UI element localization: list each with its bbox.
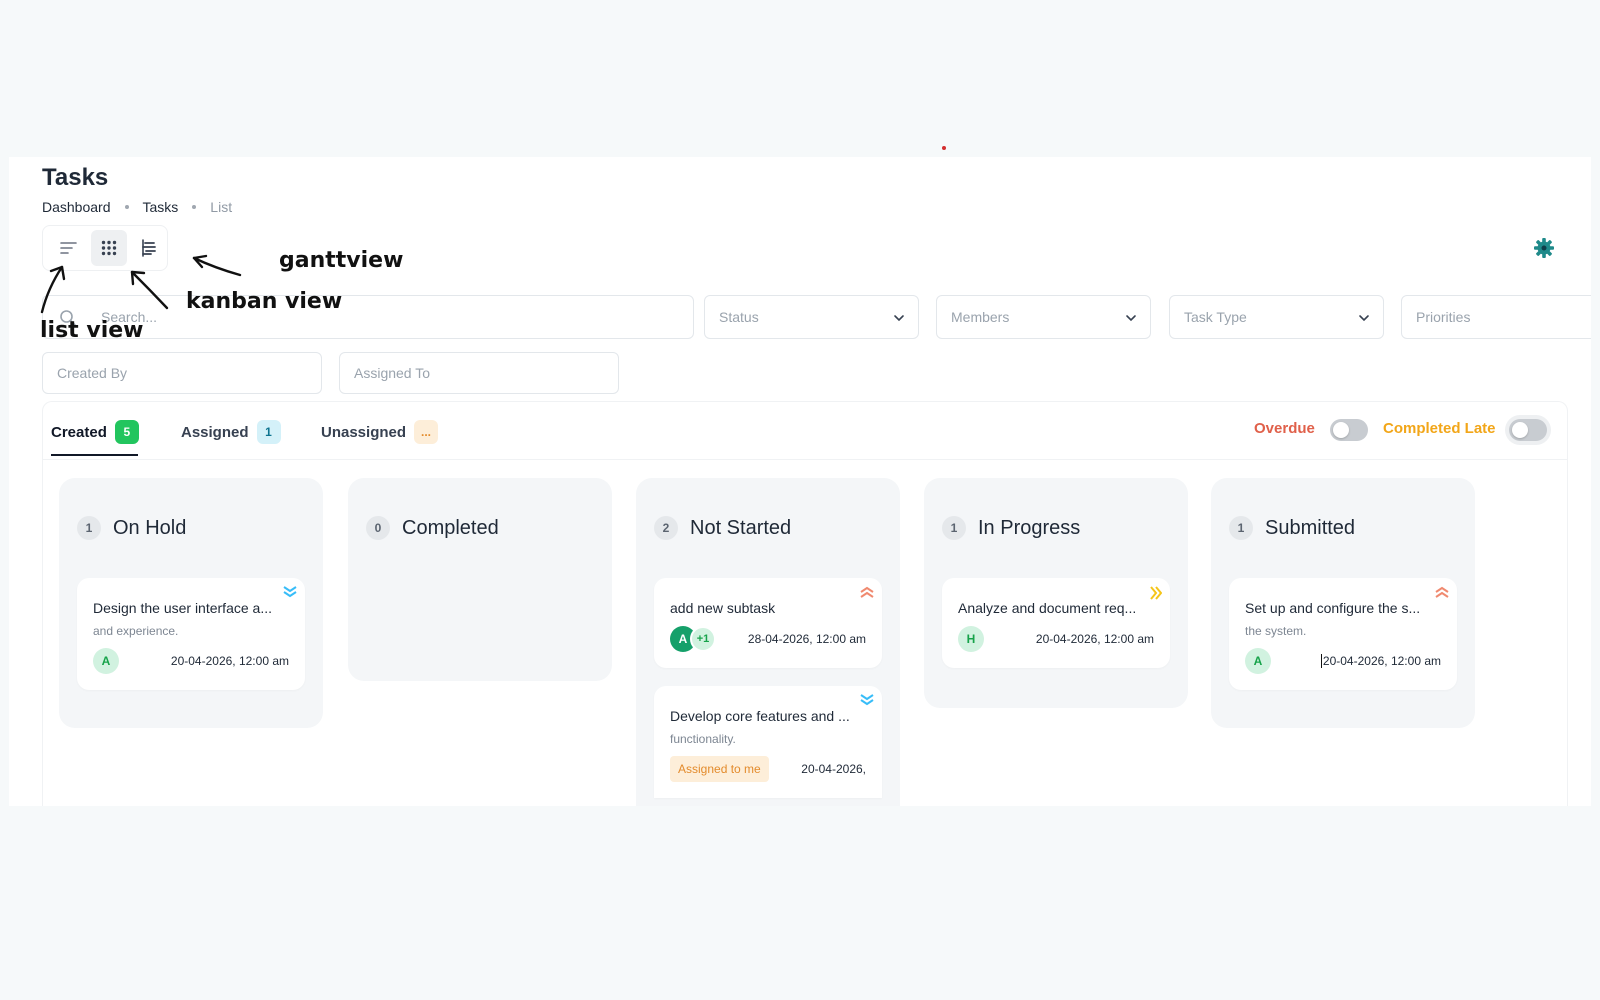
annotation-list-view: list view xyxy=(40,318,144,343)
annotation-ganttview: ganttview xyxy=(279,248,404,273)
arrow-list xyxy=(40,265,64,314)
annotation-kanban-view: kanban view xyxy=(186,289,343,314)
annotation-arrows xyxy=(40,254,242,314)
arrow-kanban xyxy=(130,270,169,310)
